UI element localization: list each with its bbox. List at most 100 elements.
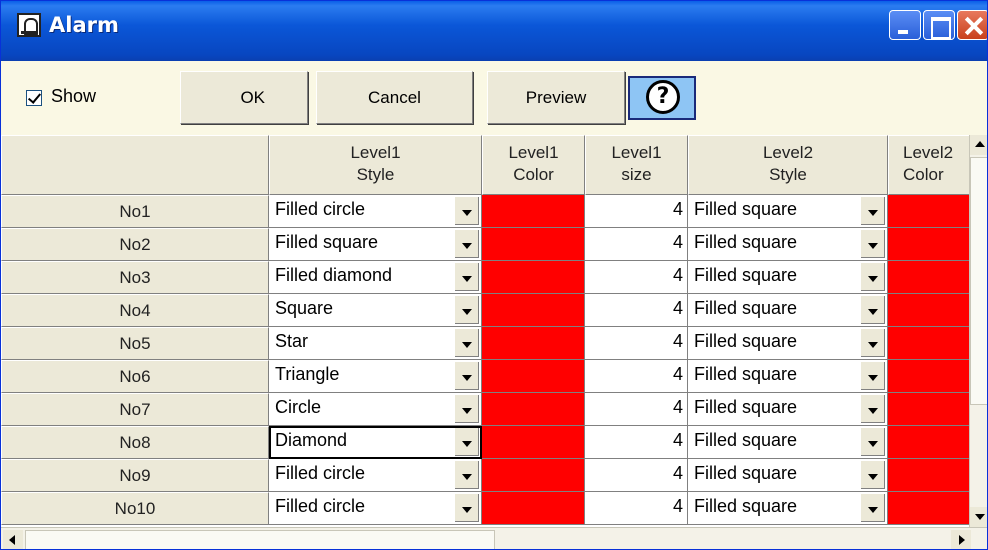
level2-style-select[interactable]: Filled square xyxy=(688,360,888,393)
column-header-level2-style[interactable]: Level2 Style xyxy=(688,135,888,195)
row-header[interactable]: No9 xyxy=(1,459,269,492)
scroll-down-arrow-icon[interactable] xyxy=(970,507,987,527)
ok-button[interactable]: OK xyxy=(180,71,308,124)
level1-color-swatch[interactable] xyxy=(482,459,585,492)
level1-color-swatch[interactable] xyxy=(482,327,585,360)
row-header[interactable]: No3 xyxy=(1,261,269,294)
level2-style-select[interactable]: Filled square xyxy=(688,426,888,459)
level1-size-cell[interactable]: 4 xyxy=(585,426,688,459)
minimize-button[interactable] xyxy=(889,10,921,40)
chevron-down-icon[interactable] xyxy=(861,428,885,456)
row-header[interactable]: No7 xyxy=(1,393,269,426)
level1-size-cell[interactable]: 4 xyxy=(585,327,688,360)
horizontal-scroll-thumb[interactable] xyxy=(25,530,495,549)
level1-style-select-value: Square xyxy=(275,298,334,318)
level1-style-select[interactable]: Triangle xyxy=(269,360,482,393)
level1-size-cell[interactable]: 4 xyxy=(585,393,688,426)
level1-size-cell[interactable]: 4 xyxy=(585,459,688,492)
level1-style-select[interactable]: Circle xyxy=(269,393,482,426)
chevron-down-icon[interactable] xyxy=(455,461,479,489)
table-row: No8 Diamond 4 Filled square xyxy=(1,426,987,459)
level2-style-select[interactable]: Filled square xyxy=(688,492,888,525)
level1-size-cell[interactable]: 4 xyxy=(585,195,688,228)
maximize-button[interactable] xyxy=(923,10,955,40)
row-header[interactable]: No6 xyxy=(1,360,269,393)
level1-size-cell[interactable]: 4 xyxy=(585,360,688,393)
column-header-level1-style[interactable]: Level1 Style xyxy=(269,135,482,195)
table-row: No4 Square 4 Filled square xyxy=(1,294,987,327)
chevron-down-icon[interactable] xyxy=(455,263,479,291)
level1-style-select[interactable]: Square xyxy=(269,294,482,327)
row-header[interactable]: No1 xyxy=(1,195,269,228)
vertical-scrollbar[interactable] xyxy=(969,135,987,527)
title-bar[interactable]: Alarm xyxy=(1,1,987,61)
show-checkbox[interactable] xyxy=(26,90,42,106)
level1-color-swatch[interactable] xyxy=(482,360,585,393)
row-header[interactable]: No8 xyxy=(1,426,269,459)
level1-color-swatch[interactable] xyxy=(482,426,585,459)
chevron-down-icon[interactable] xyxy=(455,494,479,522)
level1-color-swatch[interactable] xyxy=(482,195,585,228)
help-button[interactable]: ? xyxy=(628,76,696,120)
preview-button[interactable]: Preview xyxy=(487,71,625,124)
level1-size-value: 4 xyxy=(672,265,683,285)
level1-color-swatch[interactable] xyxy=(482,261,585,294)
table-row: No10 Filled circle 4 Filled square xyxy=(1,492,987,525)
chevron-down-icon[interactable] xyxy=(455,197,479,225)
chevron-down-icon[interactable] xyxy=(861,494,885,522)
level1-style-select[interactable]: Filled square xyxy=(269,228,482,261)
chevron-down-icon[interactable] xyxy=(455,428,479,456)
level1-color-swatch[interactable] xyxy=(482,228,585,261)
chevron-down-icon[interactable] xyxy=(455,329,479,357)
help-icon: ? xyxy=(646,80,680,114)
chevron-down-icon[interactable] xyxy=(861,362,885,390)
chevron-down-icon[interactable] xyxy=(455,296,479,324)
level1-style-select[interactable]: Star xyxy=(269,327,482,360)
level1-color-swatch[interactable] xyxy=(482,294,585,327)
level2-style-select[interactable]: Filled square xyxy=(688,393,888,426)
scroll-right-arrow-icon[interactable] xyxy=(951,530,971,549)
show-label[interactable]: Show xyxy=(51,86,96,107)
level2-style-select[interactable]: Filled square xyxy=(688,294,888,327)
chevron-down-icon[interactable] xyxy=(861,230,885,258)
level2-style-select[interactable]: Filled square xyxy=(688,261,888,294)
chevron-down-icon[interactable] xyxy=(455,395,479,423)
level2-style-select-value: Filled square xyxy=(694,199,798,219)
chevron-down-icon[interactable] xyxy=(455,230,479,258)
row-header[interactable]: No10 xyxy=(1,492,269,525)
level1-color-swatch[interactable] xyxy=(482,393,585,426)
row-header[interactable]: No5 xyxy=(1,327,269,360)
level2-style-select[interactable]: Filled square xyxy=(688,228,888,261)
level1-style-select[interactable]: Diamond xyxy=(269,426,482,459)
chevron-down-icon[interactable] xyxy=(861,296,885,324)
level1-size-cell[interactable]: 4 xyxy=(585,228,688,261)
level1-style-select[interactable]: Filled circle xyxy=(269,195,482,228)
horizontal-scrollbar[interactable] xyxy=(1,527,987,549)
level1-style-select[interactable]: Filled circle xyxy=(269,459,482,492)
chevron-down-icon[interactable] xyxy=(861,197,885,225)
level1-style-select[interactable]: Filled circle xyxy=(269,492,482,525)
scroll-up-arrow-icon[interactable] xyxy=(970,135,987,155)
row-header[interactable]: No2 xyxy=(1,228,269,261)
level1-size-value: 4 xyxy=(672,463,683,483)
scroll-left-arrow-icon[interactable] xyxy=(3,530,23,549)
level1-size-cell[interactable]: 4 xyxy=(585,492,688,525)
level1-style-select[interactable]: Filled diamond xyxy=(269,261,482,294)
chevron-down-icon[interactable] xyxy=(861,329,885,357)
column-header-level1-color[interactable]: Level1 Color xyxy=(482,135,585,195)
chevron-down-icon[interactable] xyxy=(455,362,479,390)
chevron-down-icon[interactable] xyxy=(861,263,885,291)
level1-size-cell[interactable]: 4 xyxy=(585,261,688,294)
chevron-down-icon[interactable] xyxy=(861,395,885,423)
level2-style-select[interactable]: Filled square xyxy=(688,327,888,360)
level2-style-select[interactable]: Filled square xyxy=(688,195,888,228)
close-button[interactable] xyxy=(957,10,987,40)
level2-style-select[interactable]: Filled square xyxy=(688,459,888,492)
level1-size-cell[interactable]: 4 xyxy=(585,294,688,327)
column-header-level1-size[interactable]: Level1 size xyxy=(585,135,688,195)
row-header[interactable]: No4 xyxy=(1,294,269,327)
level1-color-swatch[interactable] xyxy=(482,492,585,525)
cancel-button[interactable]: Cancel xyxy=(316,71,473,124)
chevron-down-icon[interactable] xyxy=(861,461,885,489)
vertical-scroll-thumb[interactable] xyxy=(970,157,987,405)
